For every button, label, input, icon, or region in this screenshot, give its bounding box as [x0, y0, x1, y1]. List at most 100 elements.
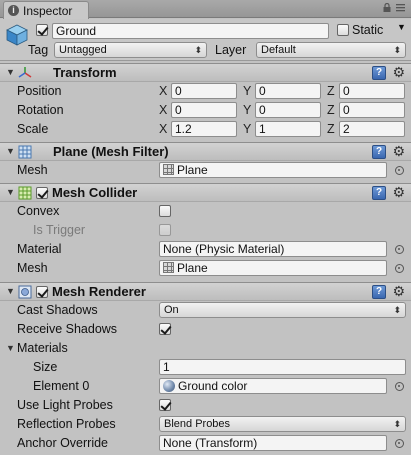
- inspector-tab[interactable]: i Inspector: [3, 1, 89, 19]
- inspector-tab-bar: i Inspector: [0, 0, 411, 19]
- mesh-collider-header[interactable]: ▼ Mesh Collider ? ⚙: [0, 183, 411, 202]
- mesh-filter-icon: [18, 145, 32, 159]
- static-checkbox[interactable]: [337, 24, 349, 36]
- axis-y-label: Y: [243, 84, 252, 98]
- mesh-renderer-header[interactable]: ▼ Mesh Renderer ? ⚙: [0, 282, 411, 301]
- reflection-probes-dropdown[interactable]: Blend Probes ⬍: [159, 416, 406, 432]
- mesh-filter-title: Plane (Mesh Filter): [53, 144, 169, 159]
- mesh-filter-mesh-field[interactable]: Plane: [159, 162, 387, 178]
- transform-icon: [18, 67, 32, 78]
- element0-field[interactable]: Ground color: [159, 378, 387, 394]
- foldout-arrow-icon[interactable]: ▼: [6, 146, 15, 156]
- axis-x-label: X: [159, 84, 168, 98]
- use-light-probes-label: Use Light Probes: [17, 398, 113, 412]
- anchor-override-label: Anchor Override: [17, 436, 109, 450]
- tag-dropdown-value: Untagged: [59, 44, 107, 56]
- rotation-x-field[interactable]: 0: [171, 102, 237, 118]
- axis-y-label: Y: [243, 103, 252, 117]
- rotation-z-field[interactable]: 0: [339, 102, 405, 118]
- foldout-arrow-icon[interactable]: ▼: [6, 187, 15, 197]
- lock-icon[interactable]: [383, 2, 391, 15]
- collider-material-field[interactable]: None (Physic Material): [159, 241, 387, 257]
- scale-y-field[interactable]: 1: [255, 121, 321, 137]
- materials-label: Materials: [17, 341, 68, 355]
- object-picker-icon[interactable]: [395, 382, 404, 391]
- static-dropdown-icon[interactable]: ▼: [397, 22, 406, 32]
- layer-label: Layer: [215, 43, 247, 57]
- convex-checkbox[interactable]: [159, 205, 171, 217]
- convex-label: Convex: [17, 204, 60, 218]
- foldout-arrow-icon[interactable]: ▼: [6, 286, 15, 296]
- receive-shadows-checkbox[interactable]: [159, 323, 171, 335]
- cast-shadows-dropdown[interactable]: On ⬍: [159, 302, 406, 318]
- cast-shadows-label: Cast Shadows: [17, 303, 98, 317]
- help-icon[interactable]: ?: [372, 66, 386, 80]
- gear-icon[interactable]: ⚙: [392, 184, 405, 200]
- is-trigger-label: Is Trigger: [33, 223, 86, 237]
- inspector-tab-label: Inspector: [23, 3, 73, 18]
- tag-dropdown[interactable]: Untagged ⬍: [54, 42, 207, 58]
- scale-x-field[interactable]: 1.2: [171, 121, 237, 137]
- mesh-renderer-enabled-checkbox[interactable]: [36, 286, 48, 298]
- mesh-collider-icon: [18, 186, 32, 200]
- axis-z-label: Z: [327, 84, 335, 98]
- gear-icon[interactable]: ⚙: [392, 64, 405, 80]
- transform-title: Transform: [53, 65, 117, 80]
- chevron-down-icon: ⬍: [194, 45, 202, 55]
- collider-mesh-value: Plane: [177, 261, 208, 275]
- element0-label: Element 0: [33, 379, 90, 393]
- rotation-label: Rotation: [17, 103, 64, 117]
- position-x-field[interactable]: 0: [171, 83, 237, 99]
- menu-icon[interactable]: [396, 3, 405, 15]
- collider-mesh-field[interactable]: Plane: [159, 260, 387, 276]
- tab-controls: [383, 2, 405, 15]
- gear-icon[interactable]: ⚙: [392, 283, 405, 299]
- anchor-override-field[interactable]: None (Transform): [159, 435, 387, 451]
- gear-icon[interactable]: ⚙: [392, 143, 405, 159]
- position-z-field[interactable]: 0: [339, 83, 405, 99]
- cast-shadows-value: On: [164, 304, 179, 316]
- collider-mesh-label: Mesh: [17, 261, 48, 275]
- receive-shadows-label: Receive Shadows: [17, 322, 118, 336]
- reflection-probes-value: Blend Probes: [164, 418, 231, 430]
- object-picker-icon[interactable]: [395, 264, 404, 273]
- reflection-probes-label: Reflection Probes: [17, 417, 116, 431]
- materials-foldout-icon[interactable]: ▼: [6, 343, 15, 353]
- mesh-renderer-icon: [18, 285, 32, 299]
- mesh-collider-title: Mesh Collider: [52, 185, 138, 200]
- mesh-filter-mesh-label: Mesh: [17, 163, 48, 177]
- position-label: Position: [17, 84, 62, 98]
- is-trigger-checkbox: [159, 224, 171, 236]
- use-light-probes-checkbox[interactable]: [159, 399, 171, 411]
- materials-size-label: Size: [33, 360, 58, 374]
- tag-label: Tag: [28, 43, 49, 57]
- axis-x-label: X: [159, 122, 168, 136]
- chevron-down-icon: ⬍: [393, 45, 401, 55]
- object-picker-icon[interactable]: [395, 166, 404, 175]
- axis-x-label: X: [159, 103, 168, 117]
- mesh-filter-header[interactable]: ▼ Plane (Mesh Filter) ? ⚙: [0, 142, 411, 161]
- rotation-y-field[interactable]: 0: [255, 102, 321, 118]
- help-icon[interactable]: ?: [372, 186, 386, 200]
- materials-size-field[interactable]: 1: [159, 359, 406, 375]
- object-picker-icon[interactable]: [395, 245, 404, 254]
- layer-dropdown[interactable]: Default ⬍: [256, 42, 406, 58]
- help-icon[interactable]: ?: [372, 285, 386, 299]
- foldout-arrow-icon[interactable]: ▼: [6, 67, 15, 77]
- mesh-renderer-title: Mesh Renderer: [52, 284, 146, 299]
- scale-z-field[interactable]: 2: [339, 121, 405, 137]
- transform-header[interactable]: ▼ Transform ? ⚙: [0, 63, 411, 82]
- object-picker-icon[interactable]: [395, 439, 404, 448]
- mesh-filter-mesh-value: Plane: [177, 163, 208, 177]
- mesh-collider-enabled-checkbox[interactable]: [36, 187, 48, 199]
- help-icon[interactable]: ?: [372, 145, 386, 159]
- mesh-asset-icon: [163, 164, 174, 175]
- gameobject-active-checkbox[interactable]: [36, 24, 48, 36]
- gameobject-name-field[interactable]: Ground: [52, 23, 329, 39]
- static-label: Static: [352, 23, 384, 37]
- position-y-field[interactable]: 0: [255, 83, 321, 99]
- mesh-asset-icon: [163, 262, 174, 273]
- element0-value: Ground color: [178, 379, 248, 393]
- layer-dropdown-value: Default: [261, 44, 296, 56]
- axis-z-label: Z: [327, 122, 335, 136]
